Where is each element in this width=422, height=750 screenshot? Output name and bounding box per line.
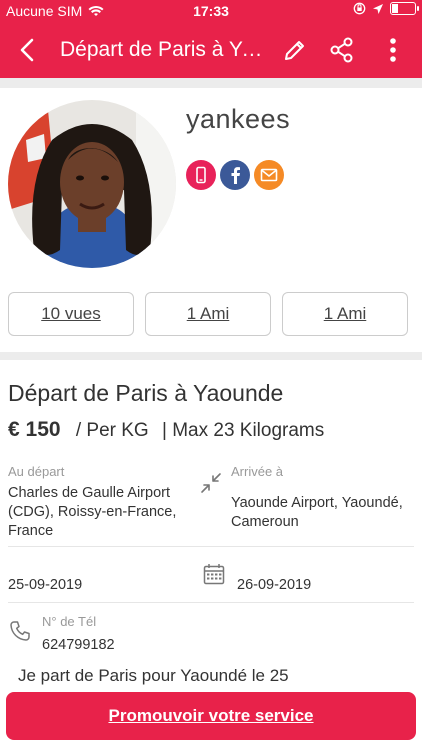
friends-button[interactable]: 1 Ami: [145, 292, 271, 336]
social-links: [186, 160, 284, 190]
arrival-value: Yaounde Airport, Yaoundé, Cameroun: [231, 495, 403, 530]
promo-bar: Promouvoir votre service: [0, 686, 422, 750]
swap-arrows-icon: [201, 473, 221, 493]
phone-label: N° de Tél: [42, 614, 97, 629]
facebook-icon[interactable]: [220, 160, 250, 190]
page-title: Départ de Paris à Yaounde: [60, 38, 270, 61]
location-arrow-icon: [373, 3, 383, 14]
calendar-icon: [203, 564, 225, 585]
date-to: 26-09-2019: [237, 577, 312, 593]
avatar-photo: [8, 100, 176, 268]
edit-pencil-icon[interactable]: [280, 35, 310, 65]
profile-card: yankees 10 vues 1 Ami 1 Ami: [0, 88, 422, 352]
date-from: 25-09-2019: [8, 577, 83, 593]
friends-button-2[interactable]: 1 Ami: [282, 292, 408, 336]
trip-detail-card: Départ de Paris à Yaounde € 150 / Per KG…: [0, 360, 422, 692]
app-bar: Départ de Paris à Yaounde: [0, 22, 422, 78]
status-bar: Aucune SIM 17:33: [0, 0, 422, 22]
max-weight: | Max 23 Kilograms: [161, 420, 325, 441]
trip-title: Départ de Paris à Yaounde: [8, 380, 284, 406]
trip-description: Je part de Paris pour Yaoundé le 25: [18, 666, 289, 685]
phone-call-icon: [10, 621, 30, 641]
email-icon[interactable]: [254, 160, 284, 190]
price-line: € 150 / Per KG | Max 23 Kilograms: [8, 418, 324, 442]
views-button[interactable]: 10 vues: [8, 292, 134, 336]
divider: [8, 546, 414, 547]
battery-icon: [390, 2, 419, 15]
divider: [8, 602, 414, 603]
phone-icon[interactable]: [186, 160, 216, 190]
back-arrow-icon[interactable]: [14, 36, 42, 64]
arrival-label: Arrivée à: [231, 464, 284, 479]
share-icon[interactable]: [327, 35, 357, 65]
price-unit: / Per KG: [75, 420, 149, 441]
more-vertical-icon[interactable]: [378, 35, 408, 65]
price-amount: € 150: [8, 418, 61, 441]
avatar: [8, 100, 176, 268]
promote-service-button[interactable]: Promouvoir votre service: [6, 692, 416, 740]
departure-value: Charles de Gaulle Airport (CDG), Roissy-…: [8, 485, 177, 539]
username: yankees: [186, 104, 291, 134]
rotation-lock-icon: [353, 2, 366, 15]
stats-row: 10 vues 1 Ami 1 Ami: [8, 292, 408, 336]
phone-number[interactable]: 624799182: [42, 636, 115, 655]
departure-label: Au départ: [8, 464, 65, 479]
